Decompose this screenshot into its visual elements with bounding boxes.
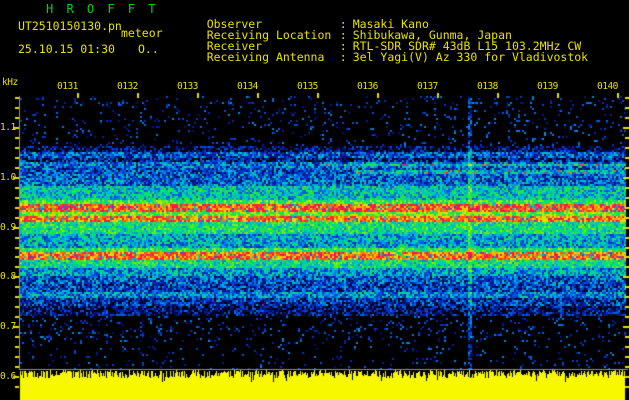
header-field-antenna: Receiving Antenna:3el Yagi(V) Az 330 for… [179, 39, 588, 75]
time-label: 0137 [417, 81, 438, 92]
frequency-label: 0.9 [0, 222, 16, 233]
frequency-label: 0.7 [0, 321, 16, 332]
time-label: 0134 [237, 81, 258, 92]
hrofft-screen: H R O F F T UT2510150130.pn meteor 25.10… [0, 0, 629, 400]
time-label: 0131 [57, 81, 78, 92]
filename-label: UT2510150130.pn [18, 19, 122, 33]
time-label: 0138 [477, 81, 498, 92]
echo-counter: O.. [138, 42, 159, 56]
time-label: 0140 [597, 81, 618, 92]
time-label: 0139 [537, 81, 558, 92]
field-label: Receiving Antenna [206, 50, 325, 64]
field-separator: : [339, 50, 347, 64]
time-label: 0132 [117, 81, 138, 92]
app-title: H R O F F T [46, 2, 159, 16]
time-label: 0136 [357, 81, 378, 92]
time-label: 0135 [297, 81, 318, 92]
observatory-label: meteor [121, 26, 163, 40]
frequency-label: 0.6 [0, 371, 16, 382]
frequency-label: 1.1 [0, 122, 16, 133]
frequency-unit-label: kHz [2, 77, 18, 88]
field-value: 3el Yagi(V) Az 330 for Vladivostok [352, 50, 589, 64]
datetime-label: 25.10.15 01:30 [18, 42, 115, 56]
frequency-label: 1.0 [0, 172, 16, 183]
time-label: 0133 [177, 81, 198, 92]
frequency-label: 0.8 [0, 271, 16, 282]
